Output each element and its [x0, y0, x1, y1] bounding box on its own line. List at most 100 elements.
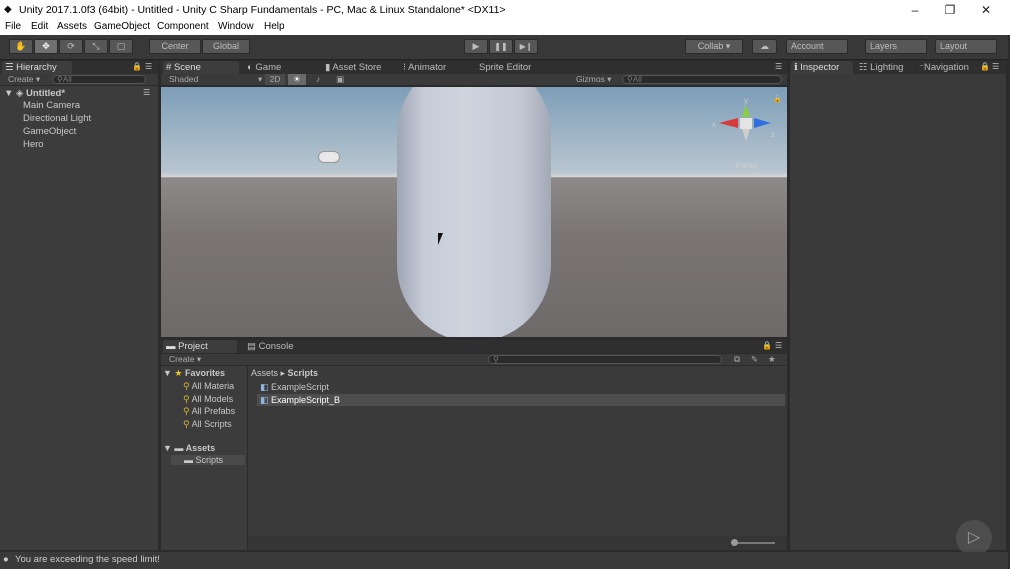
pivot-global-toggle[interactable]: Global	[202, 39, 250, 54]
menu-gameobject[interactable]: GameObject	[94, 21, 150, 32]
y-axis-cone	[742, 105, 750, 117]
menu-help[interactable]: Help	[264, 21, 285, 32]
hierarchy-create-button[interactable]: Create ▾	[8, 74, 40, 85]
scene-panel-menu-icon[interactable]: ☰	[775, 62, 782, 71]
collab-dropdown[interactable]: Collab ▾	[685, 39, 743, 54]
favorite-star-icon[interactable]: ★	[768, 354, 776, 365]
fav-all-scripts[interactable]: ⚲ All Scripts	[183, 419, 232, 430]
scale-tool-icon[interactable]: ⤡	[84, 39, 108, 54]
neg-y-axis-cone	[742, 129, 750, 141]
maximize-button[interactable]: ❐	[940, 2, 960, 18]
status-message[interactable]: You are exceeding the speed limit!	[15, 552, 160, 567]
tab-project[interactable]: ▬ Project	[163, 340, 237, 353]
menu-component[interactable]: Component	[157, 21, 209, 32]
tab-game[interactable]: ◐ Game	[244, 61, 281, 74]
icon-size-slider-handle[interactable]	[731, 539, 738, 546]
close-button[interactable]: ✕	[976, 2, 996, 18]
fav-all-materials-label: All Materia	[191, 381, 235, 391]
pause-button[interactable]: ❚❚	[489, 39, 513, 54]
menu-assets[interactable]: Assets	[57, 21, 87, 32]
layout-dropdown[interactable]: Layout	[935, 39, 997, 54]
scene-orientation-gizmo[interactable]: y x z	[709, 93, 781, 153]
menu-window[interactable]: Window	[218, 21, 254, 32]
2d-toggle[interactable]: 2D	[265, 74, 285, 85]
filter-type-icon[interactable]: ⧉	[734, 354, 740, 365]
hierarchy-item-hero[interactable]: Hero	[23, 139, 44, 150]
breadcrumb-scripts[interactable]: Scripts	[288, 368, 319, 378]
hand-tool-icon[interactable]: ✋	[9, 39, 33, 54]
layers-dropdown[interactable]: Layers	[865, 39, 927, 54]
scripts-folder-node[interactable]: ▬ Scripts	[171, 455, 245, 465]
asset-store-icon: ▮	[325, 62, 331, 73]
scene-root-item[interactable]: ▼ ◈ Untitled*	[4, 88, 65, 99]
scene-search-input[interactable]: ⚲All	[622, 75, 782, 84]
info-icon: ℹ	[794, 62, 798, 73]
tab-animator[interactable]: ⁝ Animator	[400, 61, 446, 74]
effects-toggle-icon[interactable]: ▣	[331, 74, 349, 85]
lock-icon[interactable]: 🔒	[132, 62, 142, 71]
tab-navigation[interactable]: ⁻Navigation	[916, 61, 969, 74]
inspector-panel	[790, 74, 1006, 550]
tab-asset-store[interactable]: ▮ Asset Store	[322, 61, 381, 74]
file-item-selected[interactable]: ◧ ExampleScript_B	[260, 395, 340, 406]
animator-tab-label: Animator	[408, 62, 447, 73]
file-name-edit[interactable]: ExampleScript_B	[271, 395, 340, 405]
tab-inspector[interactable]: ℹ Inspector	[791, 61, 853, 74]
audio-toggle-icon[interactable]: ♪	[309, 74, 327, 85]
inspector-menu-icon[interactable]: ☰	[992, 62, 999, 71]
hierarchy-item-gameobject[interactable]: GameObject	[23, 126, 76, 137]
persp-label[interactable]: Persp	[736, 161, 757, 170]
shading-dropdown-arrow-icon: ▾	[258, 74, 263, 84]
tab-sprite-editor[interactable]: Sprite Editor	[476, 61, 531, 74]
fav-all-scripts-label: All Scripts	[191, 419, 232, 429]
project-create-button[interactable]: Create ▾	[169, 354, 201, 365]
panel-menu-icon[interactable]: ☰	[145, 62, 152, 71]
center-label: Center	[161, 41, 189, 51]
tab-scene[interactable]: # Scene	[163, 61, 239, 74]
capsule-object[interactable]	[397, 87, 551, 337]
fav-all-models[interactable]: ⚲ All Models	[183, 394, 233, 405]
hierarchy-item-main-camera[interactable]: Main Camera	[23, 100, 80, 111]
scene-tab-label: Scene	[173, 62, 201, 73]
tab-hierarchy[interactable]: ☰ Hierarchy	[2, 61, 72, 74]
scene-menu-icon[interactable]: ☰	[143, 88, 150, 97]
icon-size-slider[interactable]	[733, 542, 775, 544]
rotate-tool-icon[interactable]: ⟳	[59, 39, 83, 54]
minimize-button[interactable]: –	[905, 2, 925, 18]
play-button[interactable]: ▶	[464, 39, 488, 54]
move-tool-icon[interactable]: ✥	[34, 39, 58, 54]
scene-view[interactable]: y x z Persp 🔒	[161, 87, 787, 337]
shading-mode-dropdown[interactable]: Shaded	[169, 74, 198, 85]
file-item[interactable]: ◧ ExampleScript	[260, 382, 329, 393]
tab-console[interactable]: ▤ Console	[244, 340, 293, 353]
fav-all-prefabs[interactable]: ⚲ All Prefabs	[183, 406, 235, 417]
status-bar: ● You are exceeding the speed limit!	[0, 552, 1008, 569]
unity-logo-icon: ◆	[4, 4, 12, 15]
tab-lighting[interactable]: ☷ Lighting	[856, 61, 903, 74]
gizmo-lock-icon[interactable]: 🔒	[773, 95, 782, 103]
inspector-lock-icon[interactable]: 🔒	[980, 62, 990, 71]
rect-tool-icon[interactable]: ▢	[109, 39, 133, 54]
menu-edit[interactable]: Edit	[31, 21, 48, 32]
project-lock-icon[interactable]: 🔒	[762, 341, 772, 350]
cloud-icon[interactable]: ☁	[752, 39, 777, 54]
scene-lighting-toggle-icon[interactable]: ☀	[288, 74, 306, 85]
folder-icon: ▬	[184, 455, 193, 465]
csharp-script-icon: ◧	[260, 382, 269, 392]
info-message-icon: ●	[3, 554, 9, 565]
breadcrumb-assets[interactable]: Assets	[251, 368, 278, 378]
menu-file[interactable]: File	[5, 21, 21, 32]
hierarchy-search-input[interactable]: ⚲All	[52, 75, 146, 84]
pivot-center-toggle[interactable]: Center	[149, 39, 201, 54]
gizmos-dropdown[interactable]: Gizmos ▾	[576, 74, 611, 85]
project-search-input[interactable]: ⚲	[488, 355, 722, 364]
favorites-node[interactable]: ▼ ★ Favorites	[163, 368, 225, 379]
assets-node[interactable]: ▼ ▬ Assets	[163, 443, 215, 453]
project-menu-icon[interactable]: ☰	[775, 341, 782, 350]
hierarchy-search-placeholder: All	[62, 75, 72, 84]
filter-label-icon[interactable]: ✎	[751, 354, 758, 365]
step-button[interactable]: ▶❙	[514, 39, 538, 54]
hierarchy-item-directional-light[interactable]: Directional Light	[23, 113, 91, 124]
fav-all-materials[interactable]: ⚲ All Materia	[183, 381, 234, 392]
account-dropdown[interactable]: Account	[786, 39, 848, 54]
